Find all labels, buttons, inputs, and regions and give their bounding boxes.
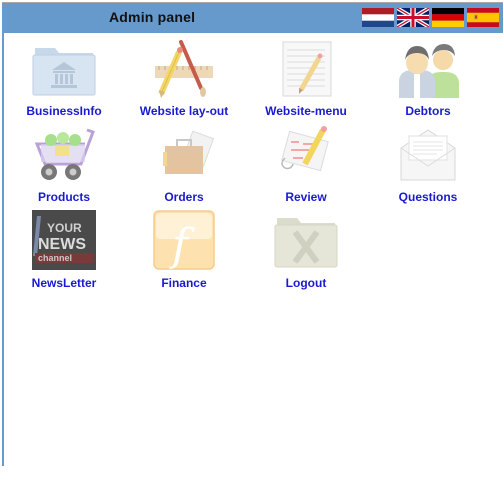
menu-item-questions[interactable]: Questions (368, 124, 488, 204)
menu-item-label: Products (37, 190, 90, 204)
menu-item-products[interactable]: Products (4, 124, 124, 204)
menu-item-debtors[interactable]: Debtors (368, 38, 488, 118)
menu-item-label: BusinessInfo (26, 104, 102, 118)
flag-es-icon[interactable] (467, 8, 499, 27)
users-icon (399, 44, 459, 98)
flag-de-icon[interactable] (432, 8, 464, 27)
menu-item-website-menu[interactable]: Website-menu (246, 38, 366, 118)
business-folder-icon (32, 48, 96, 96)
svg-text:NEWS: NEWS (38, 236, 86, 253)
menu-item-review[interactable]: Review (246, 124, 366, 204)
page-title: Admin panel (109, 9, 196, 25)
design-tools-icon (155, 40, 213, 98)
menu-item-logout[interactable]: Logout (246, 210, 366, 290)
menu-item-finance[interactable]: f Finance (124, 210, 244, 290)
menu-item-label: Finance (161, 276, 207, 290)
menu-item-label: Website lay-out (139, 104, 229, 118)
flag-nl-icon[interactable] (362, 8, 394, 27)
menu-item-businessinfo[interactable]: BusinessInfo (4, 38, 124, 118)
news-channel-icon: YOUR NEWS channel (32, 210, 96, 270)
menu-item-label: NewsLetter (31, 276, 97, 290)
finance-f-icon: f (153, 210, 215, 271)
svg-text:channel: channel (38, 253, 72, 263)
menu-item-label: Website-menu (265, 104, 347, 118)
language-selector (362, 8, 499, 27)
menu-item-label: Questions (398, 190, 458, 204)
shopping-cart-icon (34, 128, 95, 180)
flag-uk-icon[interactable] (397, 8, 429, 27)
notepad-pencil-icon (282, 41, 332, 97)
svg-text:YOUR: YOUR (47, 221, 82, 235)
menu-item-website-layout[interactable]: Website lay-out (124, 38, 244, 118)
menu-item-label: Review (285, 190, 327, 204)
menu-item-label: Debtors (405, 104, 451, 118)
header-bar: Admin panel (2, 3, 503, 33)
menu-item-newsletter[interactable]: YOUR NEWS channel NewsLetter (4, 210, 124, 290)
menu-item-orders[interactable]: Orders (124, 124, 244, 204)
menu-item-label: Logout (285, 276, 327, 290)
briefcase-icon (163, 130, 215, 174)
envelope-icon (400, 129, 456, 181)
logout-folder-icon (274, 218, 338, 268)
menu-item-label: Orders (164, 190, 204, 204)
document-edit-icon (281, 126, 329, 172)
